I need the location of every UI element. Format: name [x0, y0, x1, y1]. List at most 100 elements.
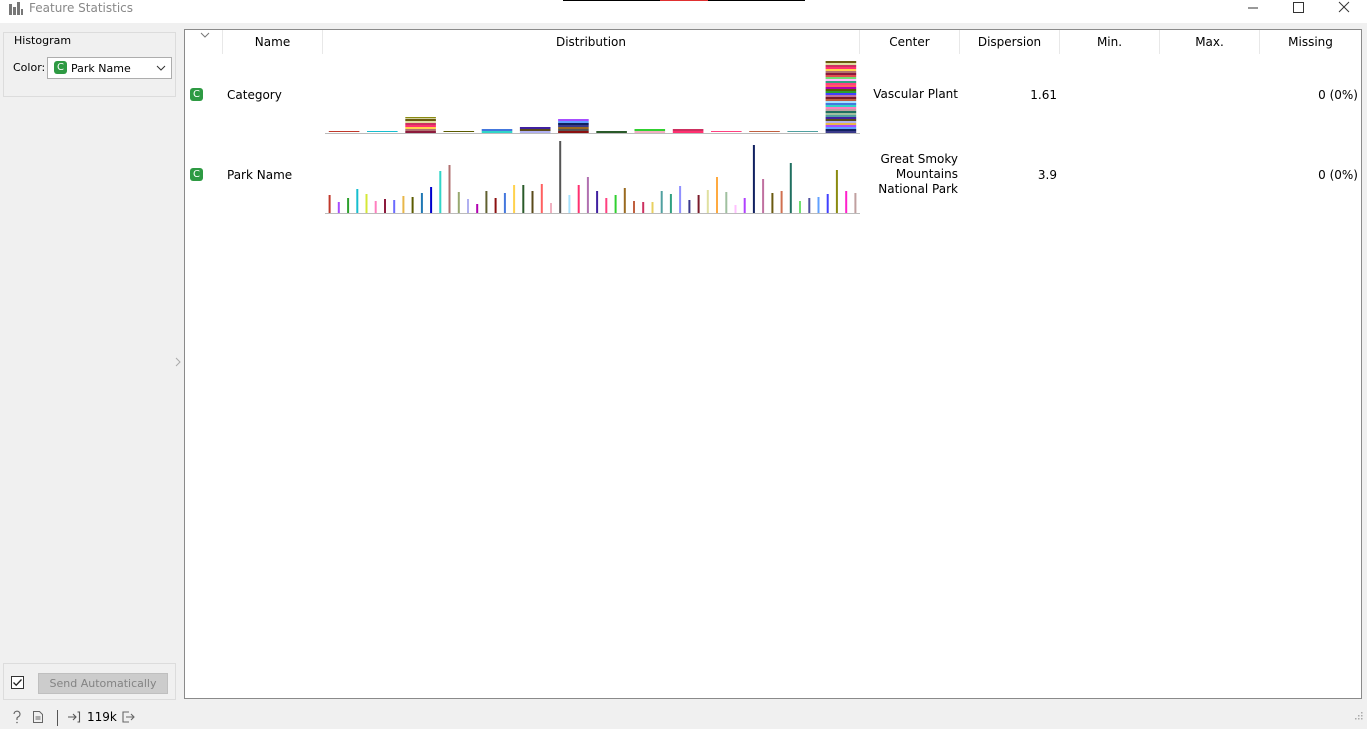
histogram-bar-segment: [405, 119, 436, 121]
histogram-bar: [716, 177, 718, 213]
histogram-bar-segment: [825, 67, 857, 69]
report-icon[interactable]: [31, 710, 45, 724]
header-missing[interactable]: Missing: [1260, 30, 1361, 54]
table-header: Name Distribution Center Dispersion Min.…: [185, 30, 1361, 54]
histogram-bar-segment: [405, 123, 436, 125]
histogram-bar: [633, 201, 635, 213]
histogram-bar-segment: [825, 89, 857, 91]
histogram-bar-segment: [825, 105, 857, 107]
histogram-group: Histogram Color: C Park Name: [3, 32, 176, 97]
histogram-bar: [439, 171, 442, 213]
header-min[interactable]: Min.: [1060, 30, 1160, 54]
maximize-icon[interactable]: [1276, 0, 1322, 16]
histogram-bar: [808, 198, 811, 213]
distribution-histogram: [325, 141, 860, 214]
minimize-icon[interactable]: [1230, 0, 1276, 16]
histogram-bar-segment: [825, 127, 857, 129]
histogram-bar: [845, 191, 848, 213]
histogram-bar: [328, 195, 331, 213]
sort-column-header[interactable]: [185, 30, 223, 54]
histogram-bar: [347, 198, 350, 213]
sort-chevron-icon: [200, 32, 210, 38]
send-automatically-button[interactable]: Send Automatically: [38, 673, 168, 694]
histogram-bar-segment: [405, 117, 436, 119]
histogram-bar: [605, 198, 608, 213]
histogram-bar: [367, 131, 398, 132]
histogram-bar: [734, 205, 737, 213]
feature-name: Park Name: [227, 168, 293, 182]
histogram-bar: [789, 163, 792, 213]
resize-grip-icon[interactable]: [1352, 709, 1364, 721]
table-row[interactable]: C Park Name Great Smoky Mountains Nation…: [185, 134, 1361, 214]
header-name[interactable]: Name: [223, 30, 323, 54]
histogram-bar-segment: [825, 125, 857, 127]
histogram-bar: [420, 193, 423, 213]
histogram-bar: [826, 194, 829, 213]
help-icon[interactable]: [10, 710, 24, 724]
histogram-bar-segment: [558, 123, 589, 125]
histogram-bar-segment: [672, 129, 704, 131]
categorical-badge-icon: C: [54, 61, 67, 74]
histogram-bar-segment: [825, 109, 857, 111]
histogram-bar-segment: [825, 93, 857, 95]
feature-name: Category: [227, 88, 282, 102]
histogram-bar: [393, 200, 396, 213]
histogram-bar-segment: [634, 129, 666, 131]
histogram-bar-segment: [405, 129, 436, 131]
histogram-bar-segment: [825, 95, 857, 97]
header-max[interactable]: Max.: [1160, 30, 1260, 54]
header-dispersion[interactable]: Dispersion: [960, 30, 1060, 54]
histogram-bar-segment: [825, 63, 857, 65]
histogram-bar-segment: [519, 127, 551, 129]
histogram-bar-segment: [596, 131, 627, 133]
chevron-down-icon: [156, 65, 166, 71]
histogram-bar: [642, 202, 645, 213]
status-separator: [57, 710, 58, 726]
send-automatically-checkbox[interactable]: [11, 676, 24, 689]
histogram-bar: [550, 203, 552, 213]
histogram-bar: [476, 204, 479, 213]
histogram-bar: [448, 165, 451, 213]
histogram-bar-segment: [825, 69, 857, 71]
histogram-bar: [725, 192, 728, 213]
histogram-bar-segment: [825, 97, 857, 99]
histogram-bar: [697, 195, 700, 213]
histogram-bar: [513, 185, 516, 213]
color-select[interactable]: C Park Name: [47, 57, 172, 79]
histogram-bar-segment: [558, 127, 589, 129]
histogram-bar: [577, 185, 580, 213]
histogram-bar: [634, 129, 666, 133]
histogram-bar-segment: [367, 131, 398, 132]
histogram-bar-segment: [825, 65, 857, 67]
collapse-panel-handle[interactable]: [174, 356, 182, 368]
histogram-bar-segment: [672, 131, 704, 133]
histogram-bar: [457, 192, 460, 213]
histogram-bar: [531, 191, 534, 213]
checkmark-icon: [13, 679, 22, 687]
feature-statistics-icon: [9, 2, 23, 15]
output-icon[interactable]: [121, 710, 135, 724]
histogram-bar: [817, 197, 820, 213]
table-row[interactable]: C Category Vascular Plant 1.61 0 (0%): [185, 54, 1361, 134]
histogram-bar: [711, 131, 742, 132]
histogram-bar-segment: [711, 131, 742, 132]
histogram-bar: [614, 195, 617, 213]
histogram-bar-segment: [328, 131, 360, 132]
header-distribution[interactable]: Distribution: [323, 30, 860, 54]
histogram-bar: [405, 117, 436, 133]
histogram-bar: [328, 131, 360, 132]
histogram-bar: [799, 201, 801, 213]
histogram-bar: [443, 131, 475, 132]
feature-table: Name Distribution Center Dispersion Min.…: [184, 29, 1362, 699]
histogram-bar-segment: [825, 87, 857, 89]
feature-center: Great Smoky Mountains National Park: [878, 152, 958, 196]
input-icon[interactable]: [67, 710, 81, 724]
histogram-bar-segment: [825, 77, 857, 79]
histogram-bar: [522, 185, 525, 213]
histogram-bar: [485, 191, 488, 213]
close-icon[interactable]: [1321, 0, 1367, 16]
header-center[interactable]: Center: [860, 30, 960, 54]
histogram-bar: [651, 202, 654, 213]
histogram-bar: [762, 179, 765, 213]
categorical-badge-icon: C: [190, 168, 203, 181]
